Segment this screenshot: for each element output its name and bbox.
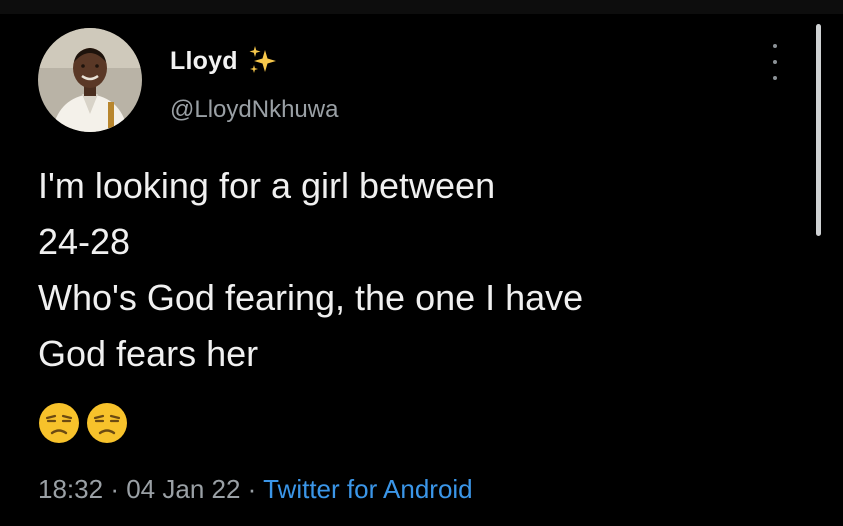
top-bar <box>0 0 843 14</box>
tweet-time[interactable]: 18:32 <box>38 474 103 504</box>
meta-separator: · <box>110 474 119 504</box>
tweet-line: God fears her <box>38 333 259 374</box>
more-options-icon[interactable] <box>764 44 786 80</box>
author-handle[interactable]: @LloydNkhuwa <box>170 96 338 124</box>
author-display-name[interactable]: Lloyd <box>170 47 238 76</box>
tweet-source-link[interactable]: Twitter for Android <box>263 474 473 504</box>
avatar-image <box>38 28 142 132</box>
tweet-line: I'm looking for a girl between <box>38 165 496 206</box>
avatar[interactable] <box>38 28 142 132</box>
tweet-line: Who's God fearing, the one I have <box>38 277 584 318</box>
tweet-meta: 18:32 · 04 Jan 22 · Twitter for Android <box>38 474 473 505</box>
unamused-face-icon <box>87 403 127 443</box>
tweet-date[interactable]: 04 Jan 22 <box>126 474 240 504</box>
tweet-line: 24-28 <box>38 221 131 262</box>
sparkles-icon <box>249 46 276 73</box>
emoji-row <box>38 402 128 444</box>
author-name-row[interactable]: Lloyd <box>170 44 280 78</box>
tweet-text: I'm looking for a girl between 24-28 Who… <box>38 158 798 382</box>
meta-separator: · <box>247 474 257 504</box>
scrollbar[interactable] <box>816 24 821 236</box>
unamused-face-icon <box>39 403 79 443</box>
